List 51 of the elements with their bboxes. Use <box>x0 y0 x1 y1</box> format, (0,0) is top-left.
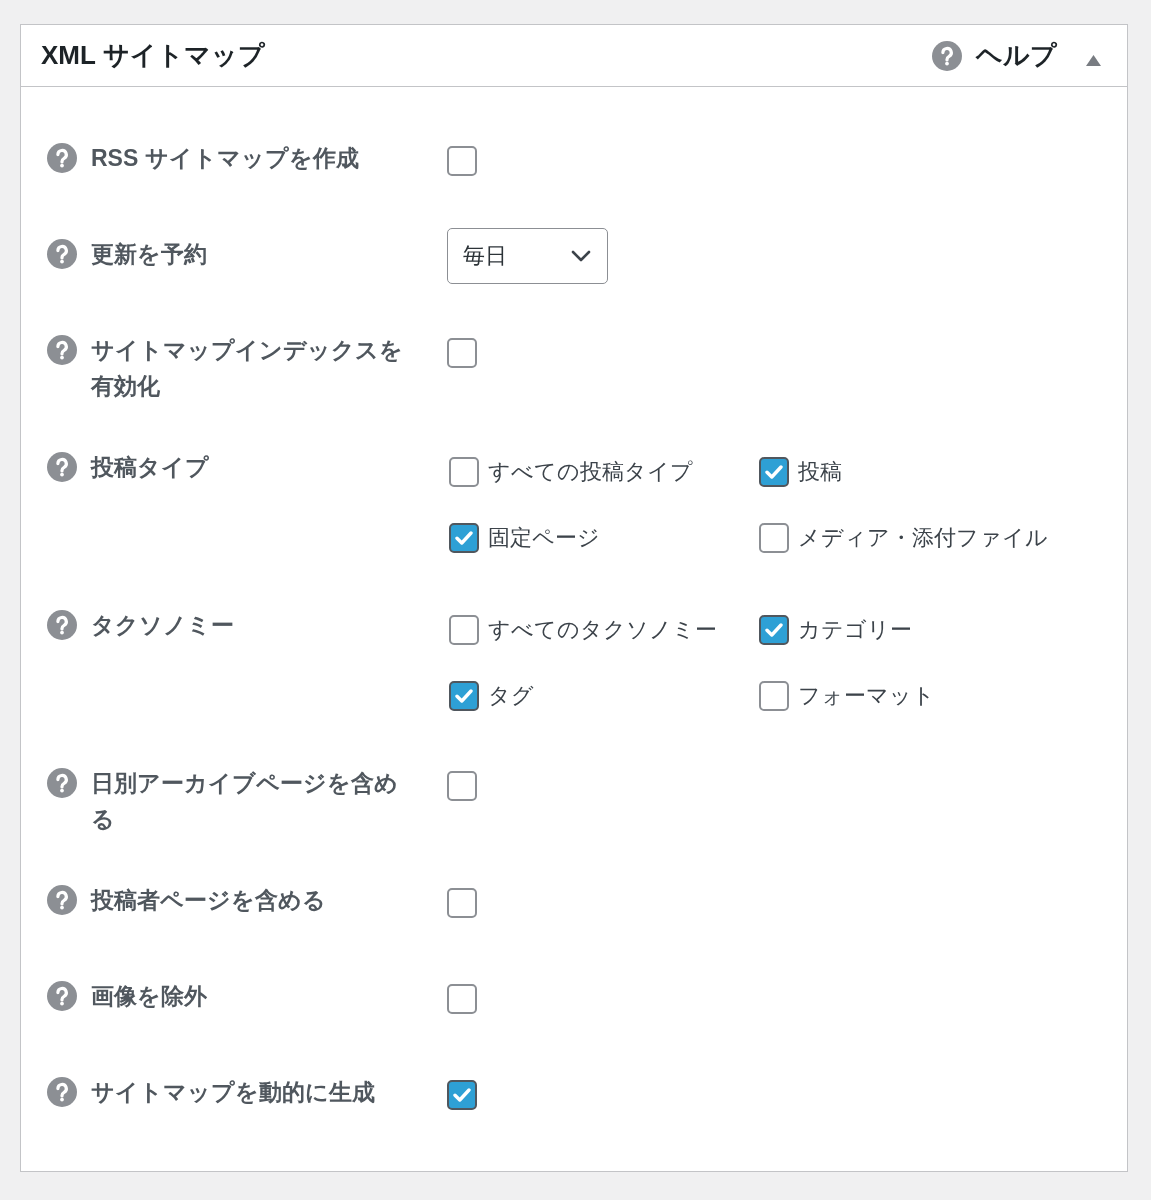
help-icon[interactable] <box>47 143 77 173</box>
setting-label: 投稿者ページを含める <box>91 886 327 915</box>
help-icon[interactable] <box>47 452 77 482</box>
help-button[interactable]: ヘルプ <box>932 38 1057 73</box>
setting-label: 投稿タイプ <box>91 453 210 482</box>
setting-label: サイトマップを動的に生成 <box>91 1078 376 1107</box>
help-icon <box>932 40 962 71</box>
checkbox[interactable] <box>449 523 479 553</box>
select-field[interactable]: 毎日 <box>447 228 608 284</box>
checkbox[interactable] <box>759 615 789 645</box>
checkmark-icon <box>453 1088 471 1102</box>
checkbox[interactable] <box>447 888 477 918</box>
checkbox[interactable] <box>449 681 479 711</box>
checkbox-label: 投稿 <box>798 458 842 486</box>
checkbox[interactable] <box>447 338 477 368</box>
checkbox[interactable] <box>447 1080 477 1110</box>
caret-icon[interactable] <box>1086 55 1101 66</box>
checkbox[interactable] <box>759 681 789 711</box>
help-icon[interactable] <box>47 1077 77 1107</box>
setting-label: 日別アーカイブページを含める <box>91 769 399 834</box>
help-icon[interactable] <box>47 335 77 365</box>
checkbox-label: フォーマット <box>798 682 935 710</box>
setting-label: 更新を予約 <box>91 240 208 269</box>
checkbox-label: すべてのタクソノミー <box>488 616 717 644</box>
checkmark-icon <box>765 465 783 479</box>
checkbox-label: メディア・添付ファイル <box>798 524 1048 552</box>
panel-title: XML サイトマップ <box>41 39 265 72</box>
chevron-down-icon <box>571 250 591 262</box>
checkbox-label: 固定ページ <box>488 524 600 552</box>
setting-label: サイトマップインデックスを有効化 <box>91 336 404 401</box>
checkbox-label: タグ <box>488 682 534 710</box>
checkbox[interactable] <box>447 984 477 1014</box>
checkbox[interactable] <box>447 771 477 801</box>
setting-label: タクソノミー <box>91 611 235 640</box>
checkbox[interactable] <box>447 146 477 176</box>
checkmark-icon <box>765 623 783 637</box>
help-icon[interactable] <box>47 981 77 1011</box>
checkmark-icon <box>455 689 473 703</box>
checkbox-label: カテゴリー <box>798 616 912 644</box>
checkbox-label: すべての投稿タイプ <box>488 458 693 486</box>
help-icon[interactable] <box>47 885 77 915</box>
checkbox[interactable] <box>449 457 479 487</box>
help-icon[interactable] <box>47 610 77 640</box>
help-icon[interactable] <box>47 768 77 798</box>
checkmark-icon <box>455 531 473 545</box>
checkbox[interactable] <box>759 523 789 553</box>
help-icon[interactable] <box>47 239 77 269</box>
checkbox[interactable] <box>759 457 789 487</box>
setting-label: RSS サイトマップを作成 <box>91 144 360 173</box>
setting-label: 画像を除外 <box>91 982 208 1011</box>
checkbox[interactable] <box>449 615 479 645</box>
